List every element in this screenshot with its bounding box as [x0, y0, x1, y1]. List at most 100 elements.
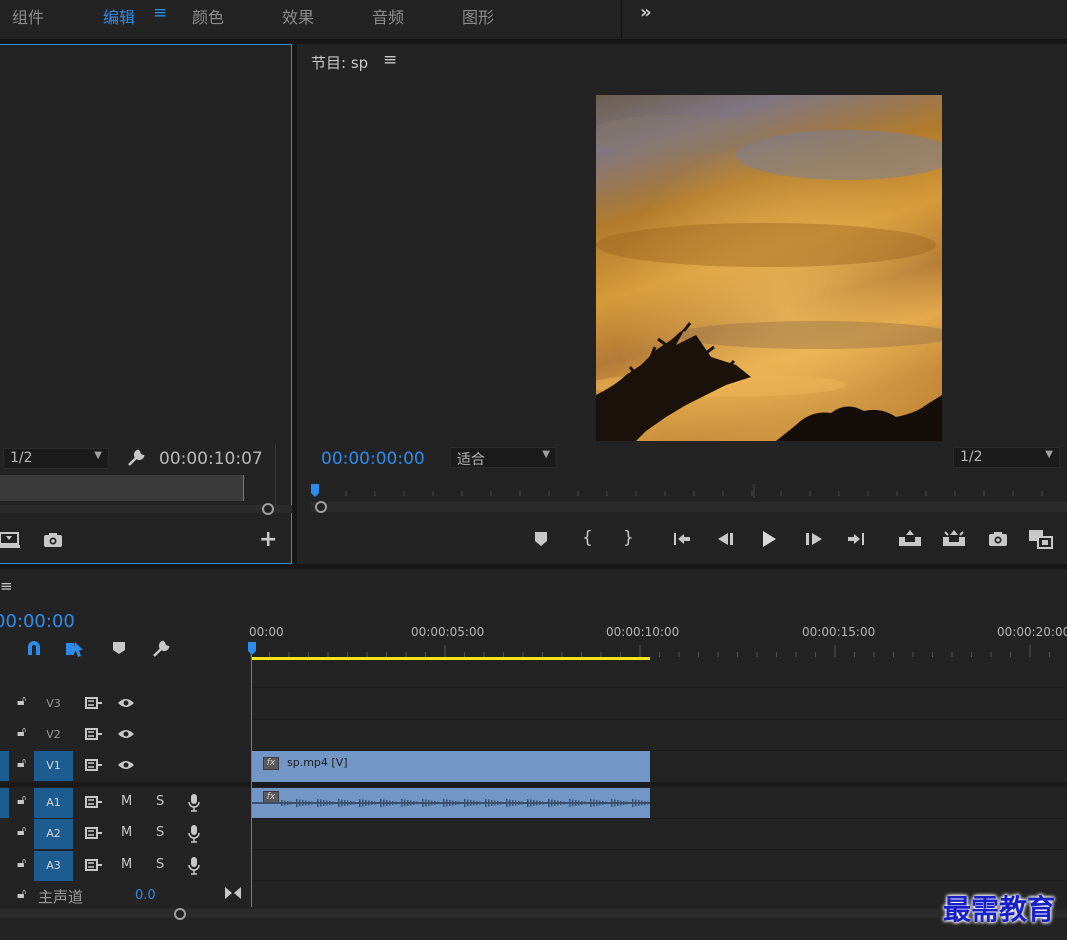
solo-button[interactable]: S — [156, 794, 164, 809]
track-target-v2[interactable]: V2 — [34, 720, 73, 750]
mute-button[interactable]: M — [121, 794, 132, 809]
add-marker-icon[interactable] — [534, 531, 548, 547]
workspace-tab-assembly[interactable]: 组件 — [12, 4, 44, 28]
overwrite-icon[interactable] — [0, 531, 20, 549]
step-back-icon[interactable] — [716, 531, 736, 547]
waveform-sample — [545, 802, 547, 804]
lock-icon[interactable]: 🔓︎ — [17, 755, 26, 771]
source-patch-a1[interactable] — [0, 788, 9, 818]
add-button-icon[interactable]: + — [259, 527, 277, 552]
lock-icon[interactable]: 🔓︎ — [17, 792, 26, 808]
mute-button[interactable]: M — [121, 857, 132, 872]
sync-lock-icon[interactable] — [85, 859, 103, 871]
camera-icon[interactable] — [43, 532, 63, 548]
add-marker-icon[interactable] — [112, 641, 126, 655]
microphone-icon[interactable] — [188, 793, 200, 812]
waveform-sample — [635, 799, 637, 807]
mute-button[interactable]: M — [121, 825, 132, 840]
program-playhead[interactable] — [310, 484, 320, 498]
program-timecode[interactable]: 00:00:00:00 — [321, 449, 425, 469]
track-target-a2[interactable]: A2 — [34, 819, 73, 849]
panel-menu-icon[interactable]: ≡ — [0, 577, 13, 595]
lock-icon[interactable]: 🔓︎ — [17, 724, 26, 740]
microphone-icon[interactable] — [188, 856, 200, 875]
lock-icon[interactable]: 🔓︎ — [17, 693, 26, 709]
solo-button[interactable]: S — [156, 857, 164, 872]
workspace-menu-icon[interactable]: ≡ — [153, 3, 167, 23]
eye-icon[interactable] — [117, 728, 135, 740]
workspace-tab-audio[interactable]: 音频 — [372, 4, 404, 28]
master-volume-value[interactable]: 0.0 — [135, 888, 156, 903]
timeline-panel: ≡ 00:00:00 00:00 00:00:05:00 00:00:10:00… — [0, 569, 1067, 940]
waveform-sample — [515, 800, 517, 806]
linked-selection-icon[interactable] — [65, 640, 85, 658]
workspace-tab-color[interactable]: 颜色 — [192, 4, 224, 28]
lock-icon[interactable]: 🔓︎ — [17, 886, 26, 902]
program-monitor-title[interactable]: 节目: sp — [311, 52, 368, 73]
master-meter-toggle-icon[interactable] — [224, 886, 242, 900]
snap-icon[interactable] — [25, 640, 43, 656]
track-target-a3[interactable]: A3 — [34, 851, 73, 881]
waveform-sample — [470, 800, 472, 806]
step-forward-icon[interactable] — [804, 531, 824, 547]
mark-in-icon[interactable]: { — [582, 528, 593, 548]
source-resolution-select[interactable]: 1/2 ▼ — [3, 448, 109, 469]
waveform-sample — [584, 801, 586, 805]
mark-out-icon[interactable]: } — [623, 528, 634, 548]
wrench-icon[interactable] — [151, 639, 171, 659]
source-playhead[interactable] — [243, 475, 244, 501]
waveform-sample — [440, 802, 442, 804]
waveform-sample — [449, 800, 451, 806]
extract-icon[interactable] — [942, 529, 966, 547]
video-preview[interactable] — [596, 95, 942, 441]
audio-clip[interactable]: fx — [251, 788, 650, 818]
program-zoom-bar[interactable] — [311, 502, 1067, 512]
program-time-ruler[interactable] — [297, 482, 1067, 498]
fit-select[interactable]: 适合 ▼ — [450, 447, 557, 468]
track-target-v3[interactable]: V3 — [34, 689, 73, 719]
eye-icon[interactable] — [117, 759, 135, 771]
panel-menu-icon[interactable]: ≡ — [383, 50, 397, 70]
lift-icon[interactable] — [898, 529, 922, 547]
microphone-icon[interactable] — [188, 824, 200, 843]
wrench-icon[interactable] — [126, 448, 146, 468]
solo-button[interactable]: S — [156, 825, 164, 840]
timeline-timecode[interactable]: 00:00:00 — [0, 611, 75, 632]
waveform-sample — [347, 800, 349, 806]
timeline-zoom-bar[interactable] — [0, 909, 1067, 918]
more-workspaces-icon[interactable]: » — [640, 2, 652, 23]
lock-icon[interactable]: 🔓︎ — [17, 855, 26, 871]
workspace-tab-graphics[interactable]: 图形 — [462, 4, 494, 28]
program-resolution-select[interactable]: 1/2 ▼ — [953, 447, 1060, 468]
button-editor-icon[interactable] — [1028, 529, 1054, 549]
play-icon[interactable] — [760, 530, 778, 548]
video-clip[interactable]: fx sp.mp4 [V] — [251, 751, 650, 782]
waveform-sample — [578, 800, 580, 806]
source-zoom-handle[interactable] — [262, 503, 274, 515]
source-zoom-bar[interactable] — [0, 505, 292, 513]
lock-icon[interactable]: 🔓︎ — [17, 823, 26, 839]
go-to-out-icon[interactable] — [846, 531, 866, 547]
waveform-sample — [371, 801, 373, 805]
timeline-playhead-handle[interactable] — [247, 642, 257, 656]
timeline-playhead-line[interactable] — [251, 655, 252, 907]
sync-lock-icon[interactable] — [85, 728, 103, 740]
timeline-zoom-handle[interactable] — [174, 908, 186, 920]
workspace-tab-editing[interactable]: 编辑 — [103, 4, 135, 28]
sync-lock-icon[interactable] — [85, 796, 103, 808]
fx-badge[interactable]: fx — [263, 757, 279, 770]
sync-lock-icon[interactable] — [85, 697, 103, 709]
waveform-sample — [587, 802, 589, 804]
program-zoom-handle[interactable] — [315, 501, 327, 513]
go-to-in-icon[interactable] — [672, 531, 692, 547]
work-area-bar[interactable] — [251, 657, 650, 660]
sync-lock-icon[interactable] — [85, 827, 103, 839]
track-target-v1[interactable]: V1 — [34, 751, 73, 781]
workspace-tab-effects[interactable]: 效果 — [282, 4, 314, 28]
eye-icon[interactable] — [117, 697, 135, 709]
sync-lock-icon[interactable] — [85, 759, 103, 771]
source-patch-v1[interactable] — [0, 751, 9, 781]
export-frame-icon[interactable] — [988, 531, 1008, 547]
track-target-a1[interactable]: A1 — [34, 788, 73, 818]
source-time-ruler[interactable] — [0, 475, 244, 501]
